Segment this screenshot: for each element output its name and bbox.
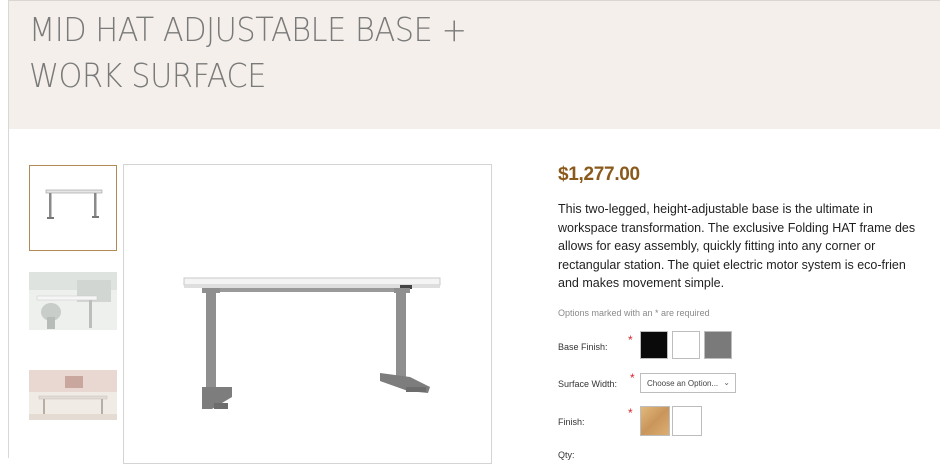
standing-desk-image — [183, 277, 441, 409]
gallery-thumbnail-1[interactable] — [29, 165, 117, 251]
main-product-image[interactable] — [123, 164, 492, 464]
product-price: $1,277.00 — [558, 164, 640, 185]
room-scene-thumbnail-image — [29, 370, 117, 420]
chevron-down-icon: ⌄ — [723, 378, 730, 387]
product-title-line-1: MID HAT ADJUSTABLE BASE + — [29, 10, 467, 49]
base-finish-swatch-black[interactable] — [640, 331, 668, 359]
finish-swatch-white[interactable] — [672, 406, 702, 436]
description-line: rectangular station. The quiet electric … — [558, 257, 906, 272]
base-finish-label: Base Finish: — [558, 342, 608, 352]
description-line: and makes movement simple. — [558, 276, 725, 290]
required-asterisk: * — [630, 371, 635, 385]
product-title-line-2: WORK SURFACE — [29, 56, 266, 95]
gallery-thumbnail-2[interactable] — [29, 272, 117, 330]
office-scene-thumbnail-image — [29, 272, 117, 330]
base-finish-swatch-white[interactable] — [672, 331, 700, 359]
description-line: workspace transformation. The exclusive … — [558, 220, 916, 235]
gallery-thumbnail-3[interactable] — [29, 370, 117, 420]
finish-swatch-wood[interactable] — [640, 406, 670, 436]
desk-thumbnail-image — [45, 189, 103, 219]
finish-label: Finish: — [558, 417, 585, 427]
quantity-label: Qty: — [558, 450, 575, 460]
required-asterisk: * — [628, 406, 633, 420]
product-description: This two-legged, height-adjustable base … — [558, 200, 940, 293]
description-line: allows for easy assembly, quickly fittin… — [558, 239, 876, 253]
product-title: MID HAT ADJUSTABLE BASE + WORK SURFACE — [29, 7, 599, 99]
required-asterisk: * — [628, 333, 633, 347]
surface-width-select[interactable]: Choose an Option... ⌄ — [640, 373, 736, 393]
surface-width-label: Surface Width: — [558, 379, 618, 389]
description-line: This two-legged, height-adjustable base … — [558, 202, 873, 216]
surface-width-selected-value: Choose an Option... — [647, 379, 719, 388]
required-options-note: Options marked with an * are required — [558, 308, 710, 318]
base-finish-swatch-gray[interactable] — [704, 331, 732, 359]
product-header: MID HAT ADJUSTABLE BASE + WORK SURFACE — [9, 0, 940, 129]
